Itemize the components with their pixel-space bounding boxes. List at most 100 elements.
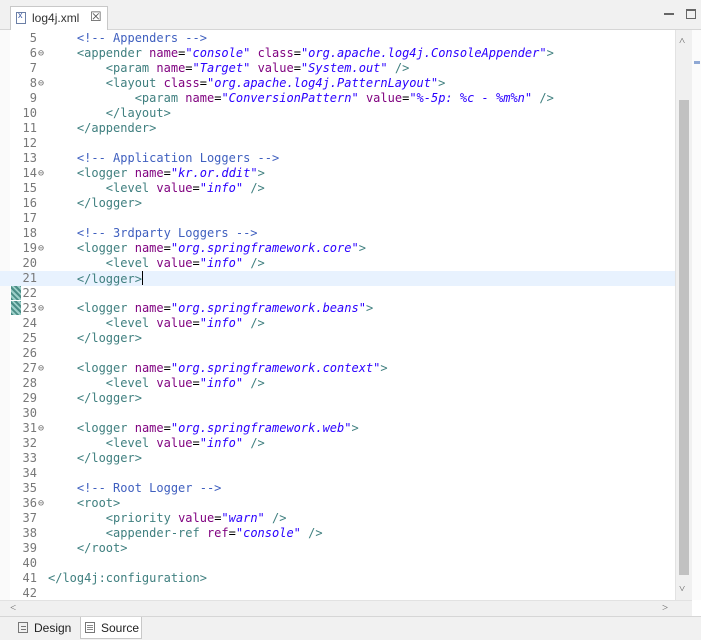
file-tab[interactable]: log4j.xml ☒ [10,6,108,30]
code-line[interactable]: 17 [0,211,675,226]
code-text: <!-- Application Loggers --> [76,151,280,165]
code-line[interactable]: 7 <param name="Target" value="System.out… [0,61,675,76]
tab-source[interactable]: Source [80,617,142,639]
line-number: 27 [22,361,37,375]
code-line[interactable]: 15 <level value="info" /> [0,181,675,196]
line-number: 32 [22,436,37,450]
code-line[interactable]: 6 ⊖ <appender name="console" class="org.a… [0,46,675,61]
editor-tab-bar: log4j.xml ☒ [0,0,701,30]
line-number: 9 [29,91,37,105]
editor-mode-tabs: Design Source [0,616,701,640]
code-text: <logger name="org.springframework.web"> [76,421,359,435]
line-number: 12 [22,136,37,150]
code-line[interactable]: 16 </logger> [0,196,675,211]
code-line[interactable]: 18 <!-- 3rdparty Loggers --> [0,226,675,241]
code-line[interactable]: 26 [0,346,675,361]
horizontal-scrollbar[interactable]: ˂ ˃ [0,600,692,616]
code-line[interactable]: 8 ⊖ <layout class="org.apache.log4j.Patte… [0,76,675,91]
code-line[interactable]: 9 <param name="ConversionPattern" value=… [0,91,675,106]
scroll-right-icon[interactable]: ˃ [662,601,668,614]
line-number: 28 [22,376,37,390]
code-line[interactable]: 24 <level value="info" /> [0,316,675,331]
code-text: <appender-ref ref="console" /> [105,526,323,540]
code-line[interactable]: 40 [0,556,675,571]
code-text: <appender name="console" class="org.apac… [76,46,554,60]
tab-design-label: Design [34,621,72,635]
code-text: </appender> [76,121,157,135]
fold-toggle-icon[interactable]: ⊖ [38,241,48,256]
line-number: 22 [22,286,37,300]
fold-toggle-icon[interactable]: ⊖ [38,421,48,436]
vertical-scroll-thumb[interactable] [679,100,689,575]
code-line[interactable]: 11 </appender> [0,121,675,136]
code-line[interactable]: 33 </logger> [0,451,675,466]
code-line[interactable]: 10 </layout> [0,106,675,121]
design-view-icon [18,622,28,633]
code-line[interactable]: 32 <level value="info" /> [0,436,675,451]
fold-toggle-icon[interactable]: ⊖ [38,76,48,91]
code-line[interactable]: 34 [0,466,675,481]
code-line[interactable]: 37 <priority value="warn" /> [0,511,675,526]
code-line[interactable]: 28 <level value="info" /> [0,376,675,391]
code-line[interactable]: 41 </log4j:configuration> [0,571,675,586]
code-text: <param name="Target" value="System.out" … [105,61,410,75]
line-number: 26 [22,346,37,360]
code-line[interactable]: 13 <!-- Application Loggers --> [0,151,675,166]
line-number: 35 [22,481,37,495]
code-text: </root> [76,541,128,555]
code-line[interactable]: 27 ⊖ <logger name="org.springframework.co… [0,361,675,376]
code-line[interactable]: 36 ⊖ <root> [0,496,675,511]
maximize-icon[interactable] [686,9,696,19]
source-editor[interactable]: 5 <!-- Appenders --> 6 ⊖ <appender name="c… [0,30,701,600]
code-line[interactable]: 14 ⊖ <logger name="kr.or.ddit"> [0,166,675,181]
code-line[interactable]: 21 </logger> [0,271,675,286]
code-line[interactable]: 30 [0,406,675,421]
file-tab-title: log4j.xml [32,11,80,25]
code-line[interactable]: 38 <appender-ref ref="console" /> [0,526,675,541]
code-text: <root> [76,496,121,510]
scroll-down-icon[interactable]: ˅ [679,582,685,595]
line-number: 21 [22,271,37,285]
code-line[interactable]: 19 ⊖ <logger name="org.springframework.co… [0,241,675,256]
tab-design[interactable]: Design [14,617,76,639]
vertical-scrollbar[interactable]: ˄ ˅ [675,30,692,600]
code-line[interactable]: 23 ⊖ <logger name="org.springframework.be… [0,301,675,316]
code-line[interactable]: 39 </root> [0,541,675,556]
minimize-icon[interactable] [664,9,674,19]
code-text: <level value="info" /> [105,256,265,270]
line-number: 41 [22,571,37,585]
code-text: </logger> [76,451,142,465]
code-text: </logger> [76,196,142,210]
code-line[interactable]: 22 [0,286,675,301]
line-number: 24 [22,316,37,330]
code-text: <level value="info" /> [105,436,265,450]
overview-ruler-mark[interactable] [694,61,700,64]
fold-toggle-icon[interactable]: ⊖ [38,361,48,376]
fold-toggle-icon[interactable]: ⊖ [38,496,48,511]
code-line[interactable]: 31 ⊖ <logger name="org.springframework.we… [0,421,675,436]
code-line[interactable]: 42 [0,586,675,601]
line-number: 7 [29,61,37,75]
fold-toggle-icon[interactable]: ⊖ [38,301,48,316]
code-text: <logger name="kr.or.ddit"> [76,166,265,180]
code-line[interactable]: 25 </logger> [0,331,675,346]
code-text: </logger> [76,391,142,405]
code-line[interactable]: 20 <level value="info" /> [0,256,675,271]
code-line[interactable]: 35 <!-- Root Logger --> [0,481,675,496]
line-number: 5 [29,31,37,45]
code-text: <level value="info" /> [105,376,265,390]
code-line[interactable]: 12 [0,136,675,151]
code-line[interactable]: 29 </logger> [0,391,675,406]
scroll-left-icon[interactable]: ˂ [10,601,16,614]
close-tab-icon[interactable]: ☒ [90,9,102,25]
line-number: 37 [22,511,37,525]
overview-ruler[interactable] [692,30,701,600]
code-text: <logger name="org.springframework.beans"… [76,301,374,315]
fold-toggle-icon[interactable]: ⊖ [38,46,48,61]
code-text: </log4j:configuration> [48,571,207,585]
fold-toggle-icon[interactable]: ⊖ [38,166,48,181]
code-line[interactable]: 5 <!-- Appenders --> [0,31,675,46]
line-number: 18 [22,226,37,240]
line-number: 13 [22,151,37,165]
scroll-up-icon[interactable]: ˄ [679,34,685,47]
